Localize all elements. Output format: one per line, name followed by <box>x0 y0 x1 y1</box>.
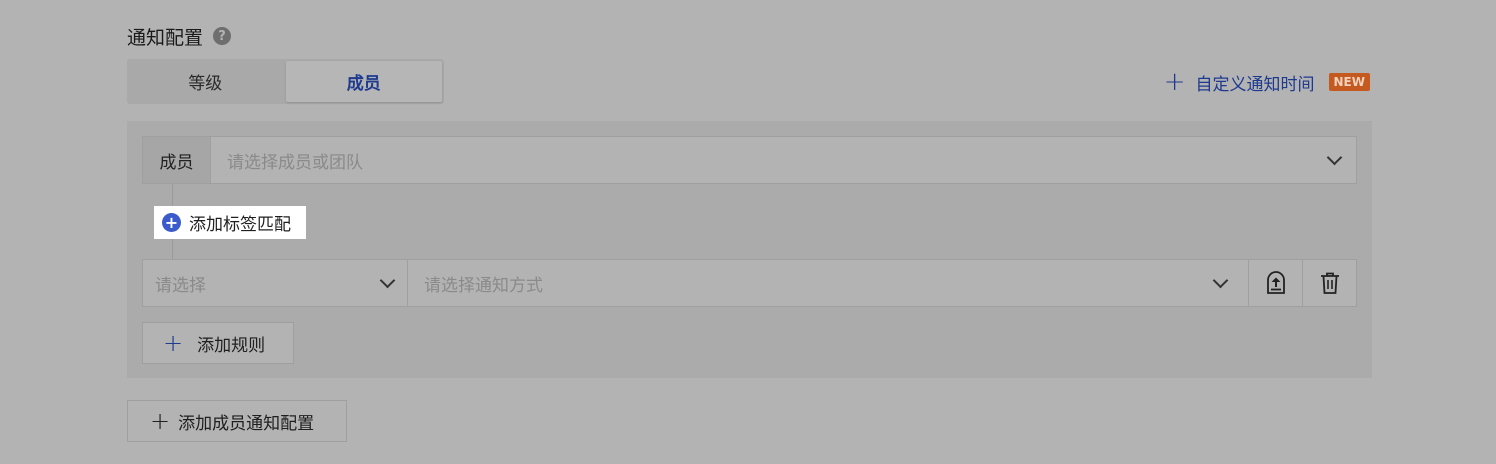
add-tag-match-button[interactable]: + 添加标签匹配 <box>154 206 306 239</box>
plus-icon: + <box>1163 67 1186 97</box>
member-prefix-label: 成员 <box>143 137 211 183</box>
chevron-down-icon <box>1212 272 1229 289</box>
delete-rule-button[interactable] <box>1302 260 1356 306</box>
notify-rule-row: 请选择 请选择通知方式 <box>142 259 1357 307</box>
help-icon[interactable]: ? <box>213 27 232 45</box>
level-select-placeholder: 请选择 <box>155 275 206 296</box>
tab-member[interactable]: 成员 <box>285 61 442 102</box>
new-badge: NEW <box>1328 73 1370 91</box>
level-member-switch: 等级 成员 <box>127 59 444 104</box>
trash-icon <box>1320 272 1339 294</box>
plus-icon: + <box>163 329 184 357</box>
notify-method-placeholder: 请选择通知方式 <box>424 275 543 296</box>
section-title: 通知配置 ? <box>127 22 232 50</box>
custom-notify-time-label: 自定义通知时间 <box>1195 74 1315 95</box>
add-tag-match-label: 添加标签匹配 <box>189 215 291 235</box>
custom-notify-time-link[interactable]: + 自定义通知时间 NEW <box>1164 68 1370 96</box>
tab-level[interactable]: 等级 <box>127 59 284 104</box>
chevron-down-icon <box>1326 149 1343 166</box>
add-rule-button[interactable]: + 添加规则 <box>142 322 294 364</box>
plus-circle-icon: + <box>162 213 181 232</box>
move-top-icon <box>1266 271 1285 294</box>
level-select[interactable]: 请选择 <box>143 260 408 306</box>
member-team-select[interactable]: 请选择成员或团队 <box>211 137 1356 183</box>
add-rule-label: 添加规则 <box>197 335 266 356</box>
chevron-down-icon <box>379 272 396 289</box>
member-select-placeholder: 请选择成员或团队 <box>227 152 363 173</box>
plus-icon: + <box>150 407 171 435</box>
member-selector-row: 成员 请选择成员或团队 <box>142 136 1357 184</box>
add-member-notify-config-button[interactable]: + 添加成员通知配置 <box>127 400 347 442</box>
notify-method-select[interactable]: 请选择通知方式 <box>408 260 1248 306</box>
add-member-notify-config-label: 添加成员通知配置 <box>178 413 315 434</box>
section-title-text: 通知配置 <box>127 26 204 49</box>
move-top-button[interactable] <box>1248 260 1302 306</box>
